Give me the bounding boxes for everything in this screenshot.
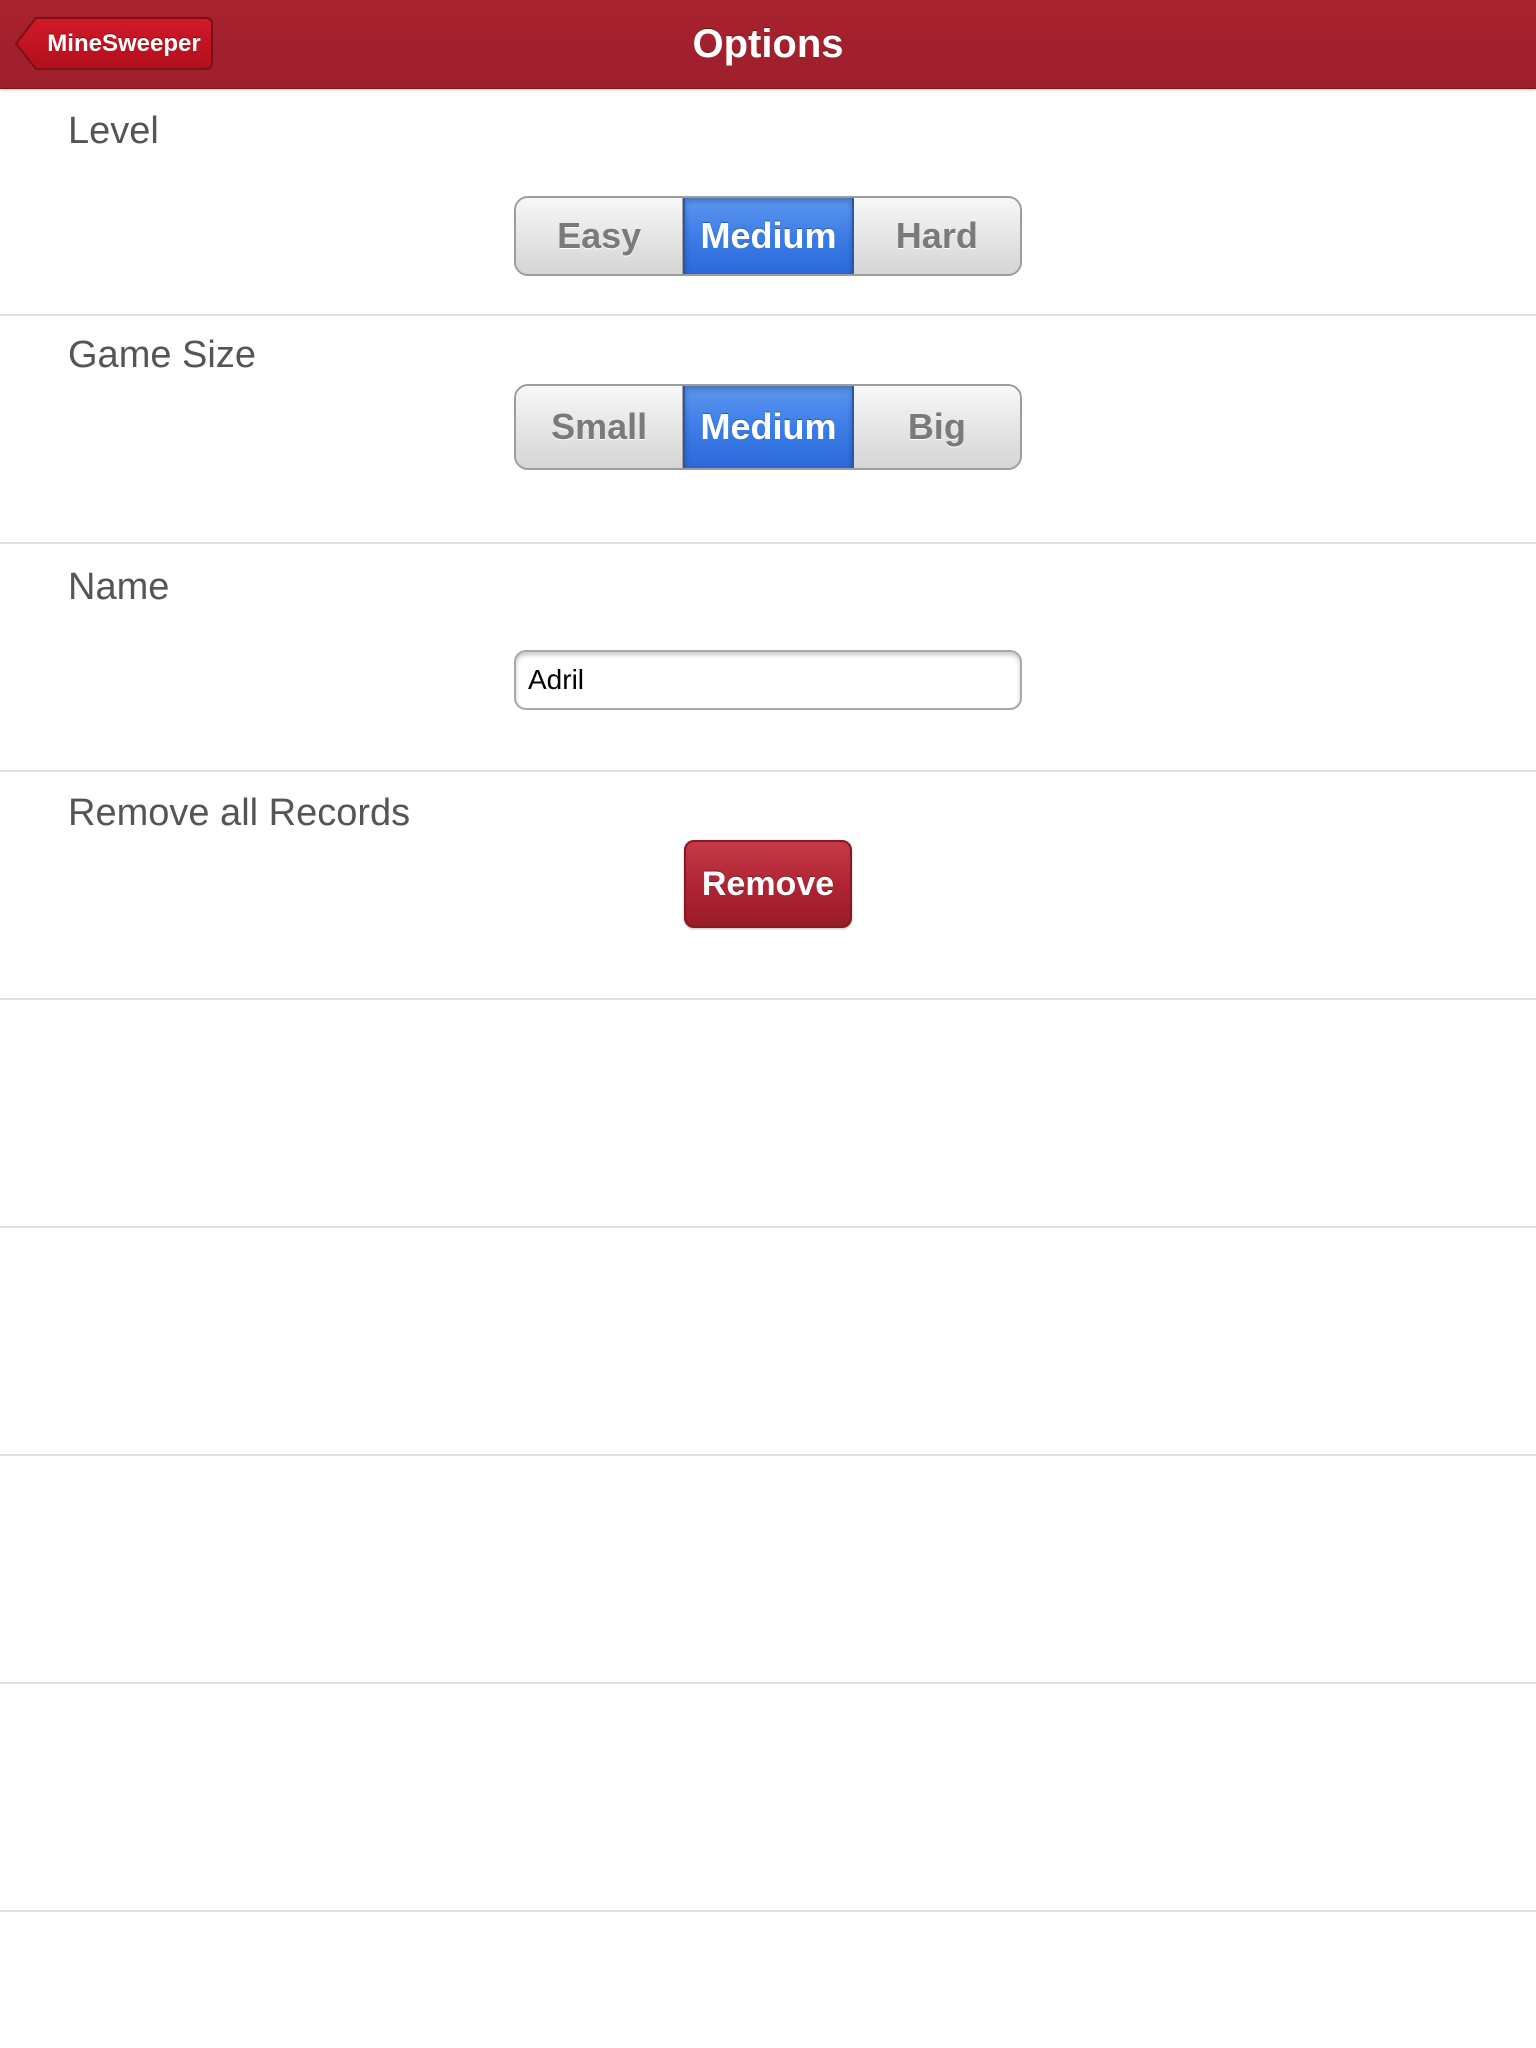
empty-row — [0, 1228, 1536, 1456]
level-segmented-control: Easy Medium Hard — [514, 196, 1022, 276]
options-screen: MineSweeper Options Level Easy Medium Ha… — [0, 0, 1536, 2048]
empty-row — [0, 1456, 1536, 1684]
page-title: Options — [692, 22, 844, 66]
game-size-segment-big[interactable]: Big — [853, 386, 1020, 468]
level-label: Level — [68, 110, 159, 152]
empty-row — [0, 1000, 1536, 1228]
game-size-segment-medium[interactable]: Medium — [683, 386, 854, 468]
game-size-segment-small[interactable]: Small — [516, 386, 684, 468]
name-input[interactable] — [514, 650, 1022, 710]
navigation-bar: MineSweeper Options — [0, 0, 1536, 89]
name-label: Name — [68, 566, 170, 608]
empty-row — [0, 1684, 1536, 1912]
level-segment-hard[interactable]: Hard — [853, 198, 1020, 274]
remove-button[interactable]: Remove — [684, 840, 852, 928]
remove-records-label: Remove all Records — [68, 792, 411, 834]
game-size-segmented-control: Small Medium Big — [514, 384, 1022, 470]
game-size-label: Game Size — [68, 334, 256, 376]
level-segment-medium[interactable]: Medium — [683, 198, 854, 274]
level-segment-easy[interactable]: Easy — [516, 198, 684, 274]
